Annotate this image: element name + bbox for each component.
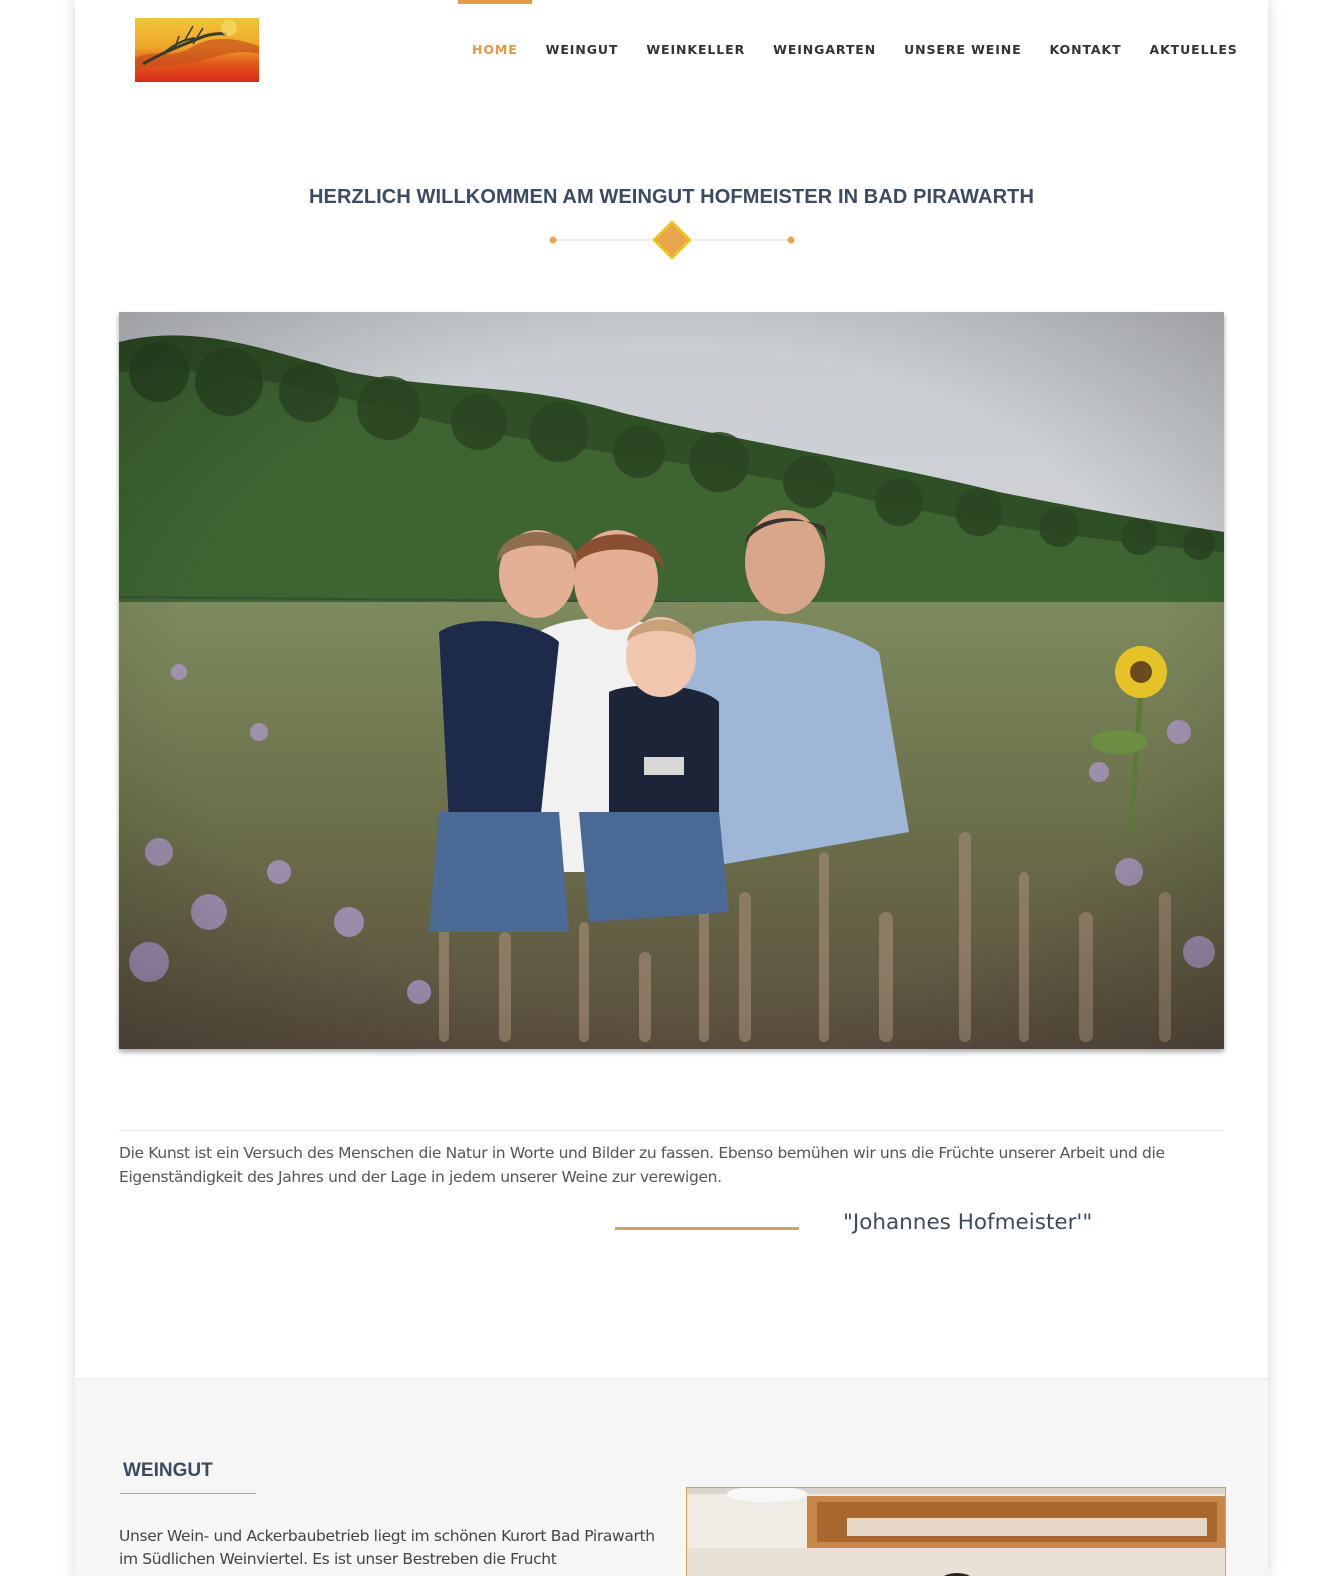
nav-item-aktuelles[interactable]: AKTUELLES [1136,0,1252,100]
divider-diamond-icon [652,220,692,260]
hero-image [119,312,1224,1049]
quote-text: Die Kunst ist ein Versuch des Menschen d… [119,1144,1165,1186]
main-nav: HOME WEINGUT WEINKELLER WEINGARTEN UNSER… [458,0,1252,100]
weingut-heading-rule [120,1493,256,1494]
page-wrapper: HOME WEINGUT WEINKELLER WEINGARTEN UNSER… [75,0,1268,1576]
nav-item-home[interactable]: HOME [458,0,532,100]
weingut-photo [686,1487,1226,1576]
divider-dot-right [787,236,795,244]
nav-item-weinkeller[interactable]: WEINKELLER [632,0,759,100]
weingut-text: Unser Wein- und Ackerbaubetrieb liegt im… [119,1527,655,1568]
page-title: HERZLICH WILLKOMMEN AM WEINGUT HOFMEISTE… [308,186,1034,208]
nav-item-unsere-weine[interactable]: UNSERE WEINE [890,0,1035,100]
logo-painting-image [135,18,259,82]
divider-dot-left [549,236,557,244]
winery-interior-image [687,1488,1225,1576]
section-divider-line [119,1130,1224,1131]
nav-item-weingarten[interactable]: WEINGARTEN [759,0,890,100]
logo[interactable] [135,18,259,82]
quote-author: "Johannes Hofmeister'" [843,1210,1093,1235]
nav-item-kontakt[interactable]: KONTAKT [1036,0,1136,100]
family-vineyard-photo [119,312,1224,1049]
quote-author-rule [615,1227,799,1230]
decorative-divider [549,220,795,260]
nav-item-weingut[interactable]: WEINGUT [532,0,633,100]
weingut-heading: WEINGUT [123,1460,213,1481]
